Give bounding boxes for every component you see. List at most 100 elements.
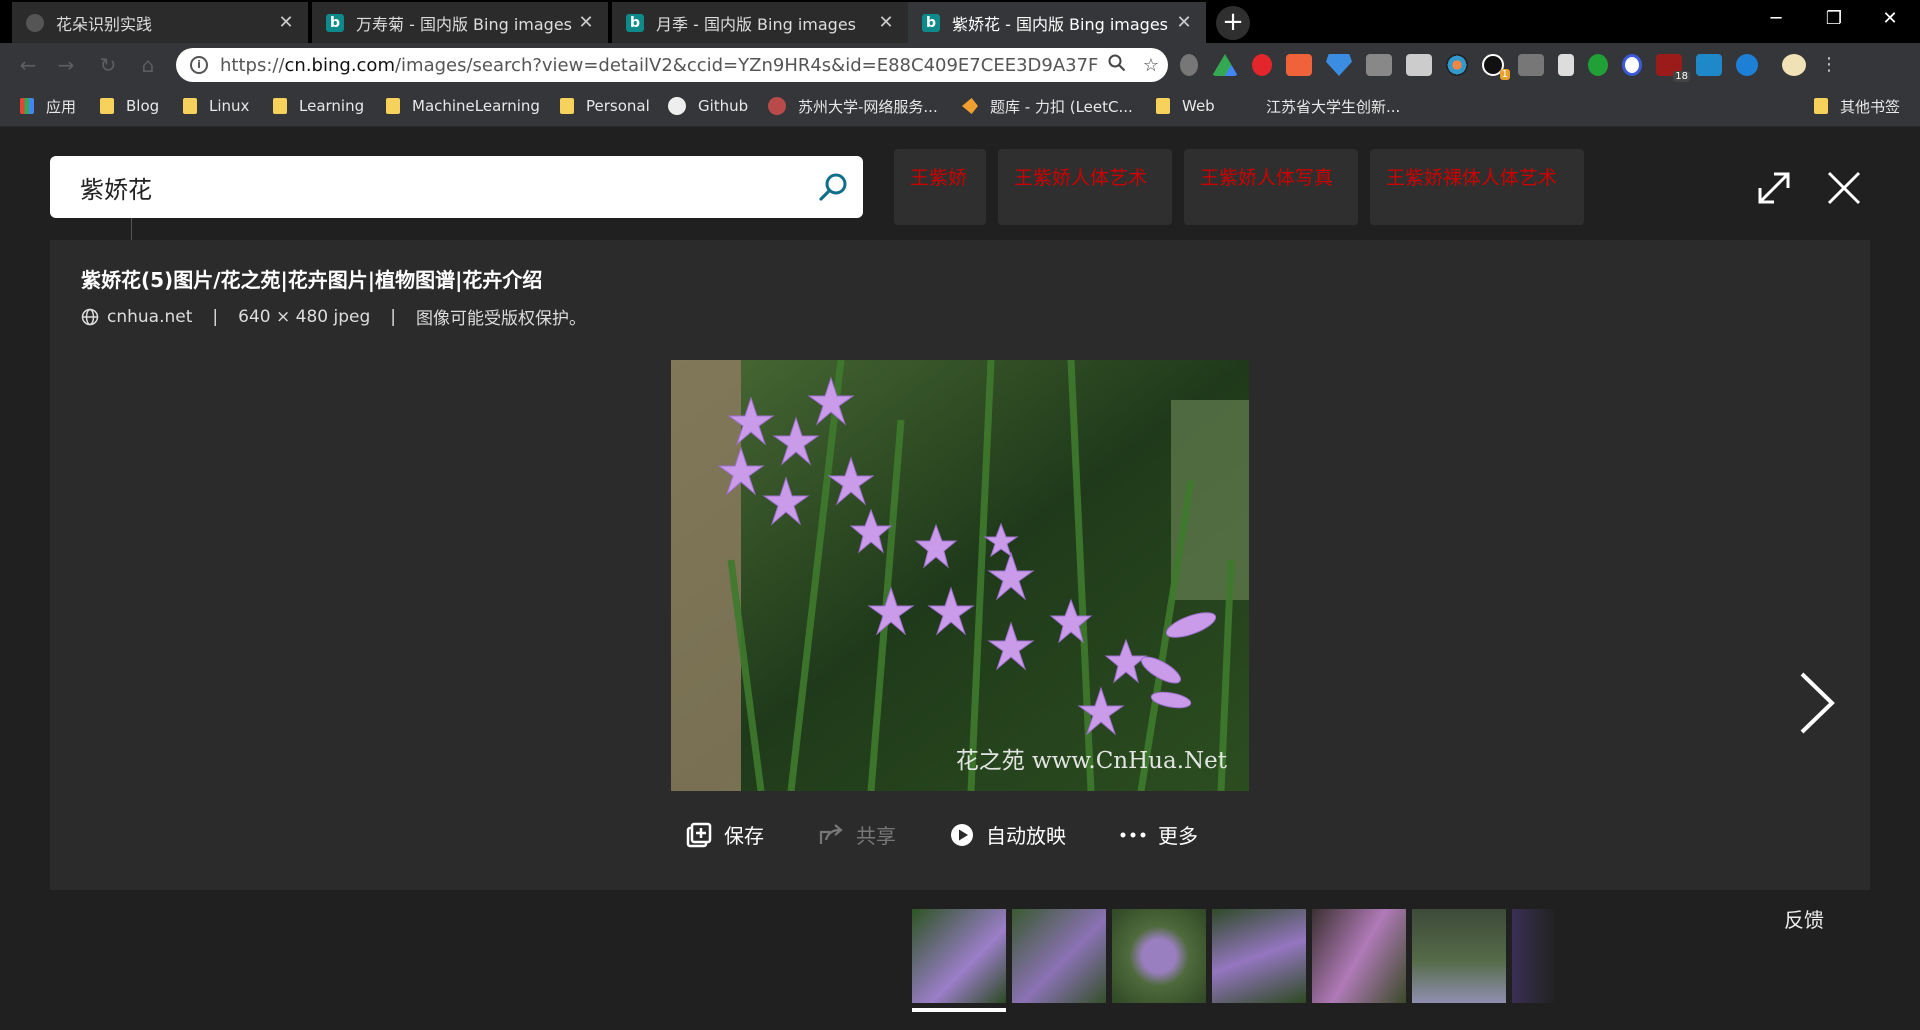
bookmark-label: Github [698,97,749,115]
color-picker-icon[interactable] [1446,54,1468,76]
bookmarks-bar: 应用 Blog Linux Learning MachineLearning P… [0,86,1920,127]
browser-toolbar: ← → ↻ ⌂ i https://cn.bing.com/images/sea… [0,43,1920,86]
bookmark-star-icon[interactable]: ☆ [1134,55,1168,76]
tab-zijiaohua[interactable]: b 紫娇花 - 国内版 Bing images ✕ [908,2,1206,43]
save-button[interactable]: 保存 [686,820,764,849]
next-image-button[interactable] [1788,668,1848,738]
thumbnail[interactable] [1112,909,1206,1003]
zoom-icon[interactable] [1100,54,1134,77]
bookmark-github[interactable]: Github [668,86,748,126]
incognito-extension-icon[interactable] [1406,54,1432,76]
new-tab-button[interactable]: + [1216,6,1250,40]
thumbnail[interactable] [1512,909,1554,1003]
close-icon[interactable]: ✕ [1170,12,1198,33]
folder-icon [183,98,197,114]
save-plus-icon [686,822,712,847]
bookmark-personal[interactable]: Personal [560,86,650,126]
thumbnail[interactable] [1312,909,1406,1003]
close-icon [1827,171,1861,205]
bookmark-machinelearning[interactable]: MachineLearning [386,86,540,126]
close-viewer-button[interactable] [1824,168,1870,214]
restore-button[interactable]: ❐ [1806,0,1862,40]
search-button[interactable] [803,157,863,217]
arrows-extension-icon[interactable] [1286,54,1312,76]
main-image[interactable]: 花之苑 www.CnHua.Net [671,360,1249,791]
source-domain[interactable]: cnhua.net [107,307,192,327]
related-chip[interactable]: 王紫娇人体艺术 [998,149,1172,225]
tab-wanshouju[interactable]: b 万寿菊 - 国内版 Bing images ✕ [312,2,608,43]
bookmark-apps[interactable]: 应用 [20,86,76,126]
url-scheme: https:// [220,54,285,76]
close-icon[interactable]: ✕ [872,12,900,33]
feedback-link[interactable]: 反馈 [1784,904,1824,933]
bookmark-suda[interactable]: 苏州大学-网络服务... [768,86,938,126]
google-drive-icon[interactable] [1212,54,1238,76]
bookmark-label: Linux [209,97,250,115]
menu-icon[interactable]: ⋮ [1820,54,1838,76]
chevron-right-icon [1800,672,1835,734]
hp-extension-icon[interactable] [1736,54,1758,76]
slideshow-label: 自动放映 [986,824,1066,848]
tab-title: 紫娇花 - 国内版 Bing images [952,14,1169,34]
adblock-icon[interactable] [1252,54,1272,76]
slideshow-button[interactable]: 自动放映 [950,820,1066,849]
tab-flower-practice[interactable]: 花朵识别实践 ✕ [12,2,308,43]
bookmark-label: 应用 [46,97,77,116]
bookmark-label: MachineLearning [412,97,540,115]
feather-extension-icon[interactable] [1558,54,1574,76]
notification-extension-icon[interactable]: 1 [1482,54,1510,80]
translate-extension-icon[interactable] [1588,54,1608,76]
bookmark-learning[interactable]: Learning [273,86,364,126]
reader-extension-icon[interactable] [1518,54,1544,76]
address-bar[interactable]: i https://cn.bing.com/images/search?view… [176,48,1168,82]
bookmark-leetcode[interactable]: 题库 - 力扣 (LeetC... [962,86,1133,126]
ublock-icon[interactable]: 18 [1656,54,1690,82]
profile-avatar[interactable] [1782,54,1806,76]
blank-icon [1240,98,1254,114]
reload-button[interactable]: ↻ [94,51,122,79]
bookmark-blog[interactable]: Blog [100,86,159,126]
lightbulb-extension-icon[interactable] [1180,54,1198,76]
close-window-button[interactable]: ✕ [1862,0,1918,40]
thumbnail[interactable] [1012,909,1106,1003]
url-text[interactable]: https://cn.bing.com/images/search?view=d… [220,55,1100,76]
selected-thumbnail-indicator [912,1008,1006,1012]
share-icon [819,823,843,844]
thumbnail[interactable] [912,909,1006,1003]
bookmark-other[interactable]: 其他书签 [1814,86,1900,126]
minimize-button[interactable]: ─ [1748,0,1804,40]
back-button[interactable]: ← [14,51,42,79]
globe-icon [81,308,99,325]
thumbnail[interactable] [1412,909,1506,1003]
image-title[interactable]: 紫娇花(5)图片/花之苑|花卉图片|植物图谱|花卉介绍 [81,264,542,293]
bookmark-jiangsu[interactable]: 江苏省大学生创新... [1240,86,1400,126]
m-extension-icon[interactable] [1696,54,1722,76]
tab-yueji[interactable]: b 月季 - 国内版 Bing images ✕ [612,2,908,43]
thumbnail[interactable] [1212,909,1306,1003]
folder-icon [1814,98,1828,114]
close-icon[interactable]: ✕ [272,12,300,33]
related-chip[interactable]: 王紫娇人体写真 [1184,149,1358,225]
bing-icon: b [626,13,644,32]
block-extension-icon[interactable] [1622,54,1642,76]
blank-page-icon [26,13,44,32]
diamond-extension-icon[interactable] [1326,54,1352,76]
bookmark-linux[interactable]: Linux [183,86,249,126]
meta-separator: | [390,306,396,327]
image-dimensions: 640 × 480 jpeg [238,306,371,327]
fullscreen-button[interactable] [1754,168,1800,214]
image-watermark: 花之苑 www.CnHua.Net [955,748,1227,774]
site-info-icon[interactable]: i [190,56,208,74]
related-chip[interactable]: 王紫娇裸体人体艺术 [1370,149,1584,225]
search-input[interactable] [80,173,803,201]
bookmark-web[interactable]: Web [1156,86,1215,126]
bing-image-detail-page: 王紫娇 王紫娇人体艺术 王紫娇人体写真 王紫娇裸体人体艺术 紫娇花(5)图片/花… [0,128,1920,1030]
share-button[interactable]: 共享 [818,820,896,849]
close-icon[interactable]: ✕ [572,12,600,33]
tampermonkey-icon[interactable] [1366,54,1392,76]
forward-button[interactable]: → [52,51,80,79]
more-button[interactable]: 更多 [1120,820,1198,849]
save-label: 保存 [724,824,764,848]
related-chip[interactable]: 王紫娇 [894,149,986,225]
home-button[interactable]: ⌂ [134,51,162,79]
